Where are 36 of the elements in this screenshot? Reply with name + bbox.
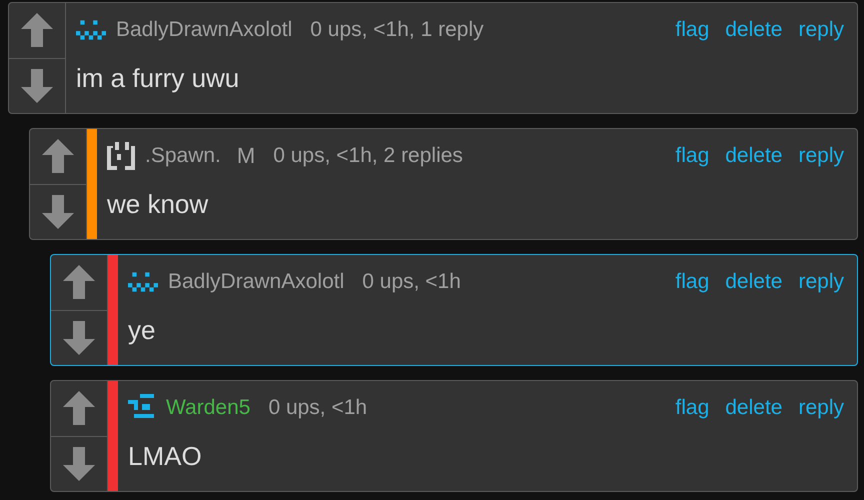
comment-text: we know bbox=[107, 188, 210, 220]
comment-meta: 0 ups, <1h, 2 replies bbox=[273, 144, 463, 168]
arrow-down-icon bbox=[42, 194, 74, 229]
avatar-icon bbox=[76, 20, 106, 40]
action-link[interactable]: delete bbox=[722, 270, 786, 294]
action-link[interactable]: flag bbox=[672, 144, 712, 168]
arrow-up-icon bbox=[63, 391, 95, 426]
comment-meta: 0 ups, <1h bbox=[362, 270, 461, 294]
action-link[interactable]: reply bbox=[795, 144, 847, 168]
action-link[interactable]: flag bbox=[672, 396, 712, 420]
comment-text: ye bbox=[128, 314, 156, 346]
arrow-down-icon bbox=[63, 446, 95, 481]
comment-meta: 0 ups, <1h bbox=[268, 396, 368, 420]
username[interactable]: .Spawn. bbox=[145, 144, 221, 168]
arrow-up-icon bbox=[21, 13, 53, 48]
arrow-down-icon bbox=[63, 320, 95, 355]
action-link[interactable]: delete bbox=[722, 144, 786, 168]
comment-text: LMAO bbox=[128, 440, 203, 472]
action-link[interactable]: flag bbox=[672, 270, 712, 294]
username[interactable]: Warden5 bbox=[166, 396, 250, 420]
avatar-icon bbox=[128, 272, 158, 292]
action-link[interactable]: flag bbox=[672, 18, 712, 42]
username[interactable]: BadlyDrawnAxolotl bbox=[116, 18, 292, 42]
action-link[interactable]: reply bbox=[795, 396, 847, 420]
username[interactable]: BadlyDrawnAxolotl bbox=[168, 270, 344, 294]
arrow-up-icon bbox=[42, 139, 74, 174]
action-link[interactable]: reply bbox=[795, 18, 847, 42]
moderator-label: M bbox=[236, 143, 256, 169]
comment-text: im a furry uwu bbox=[76, 62, 240, 94]
action-link[interactable]: delete bbox=[722, 18, 786, 42]
action-link[interactable]: reply bbox=[795, 270, 847, 294]
arrow-up-icon bbox=[63, 265, 95, 300]
avatar-icon bbox=[107, 142, 135, 170]
comment-meta: 0 ups, <1h, 1 reply bbox=[310, 18, 484, 42]
arrow-down-icon bbox=[21, 68, 53, 103]
action-link[interactable]: delete bbox=[722, 396, 786, 420]
